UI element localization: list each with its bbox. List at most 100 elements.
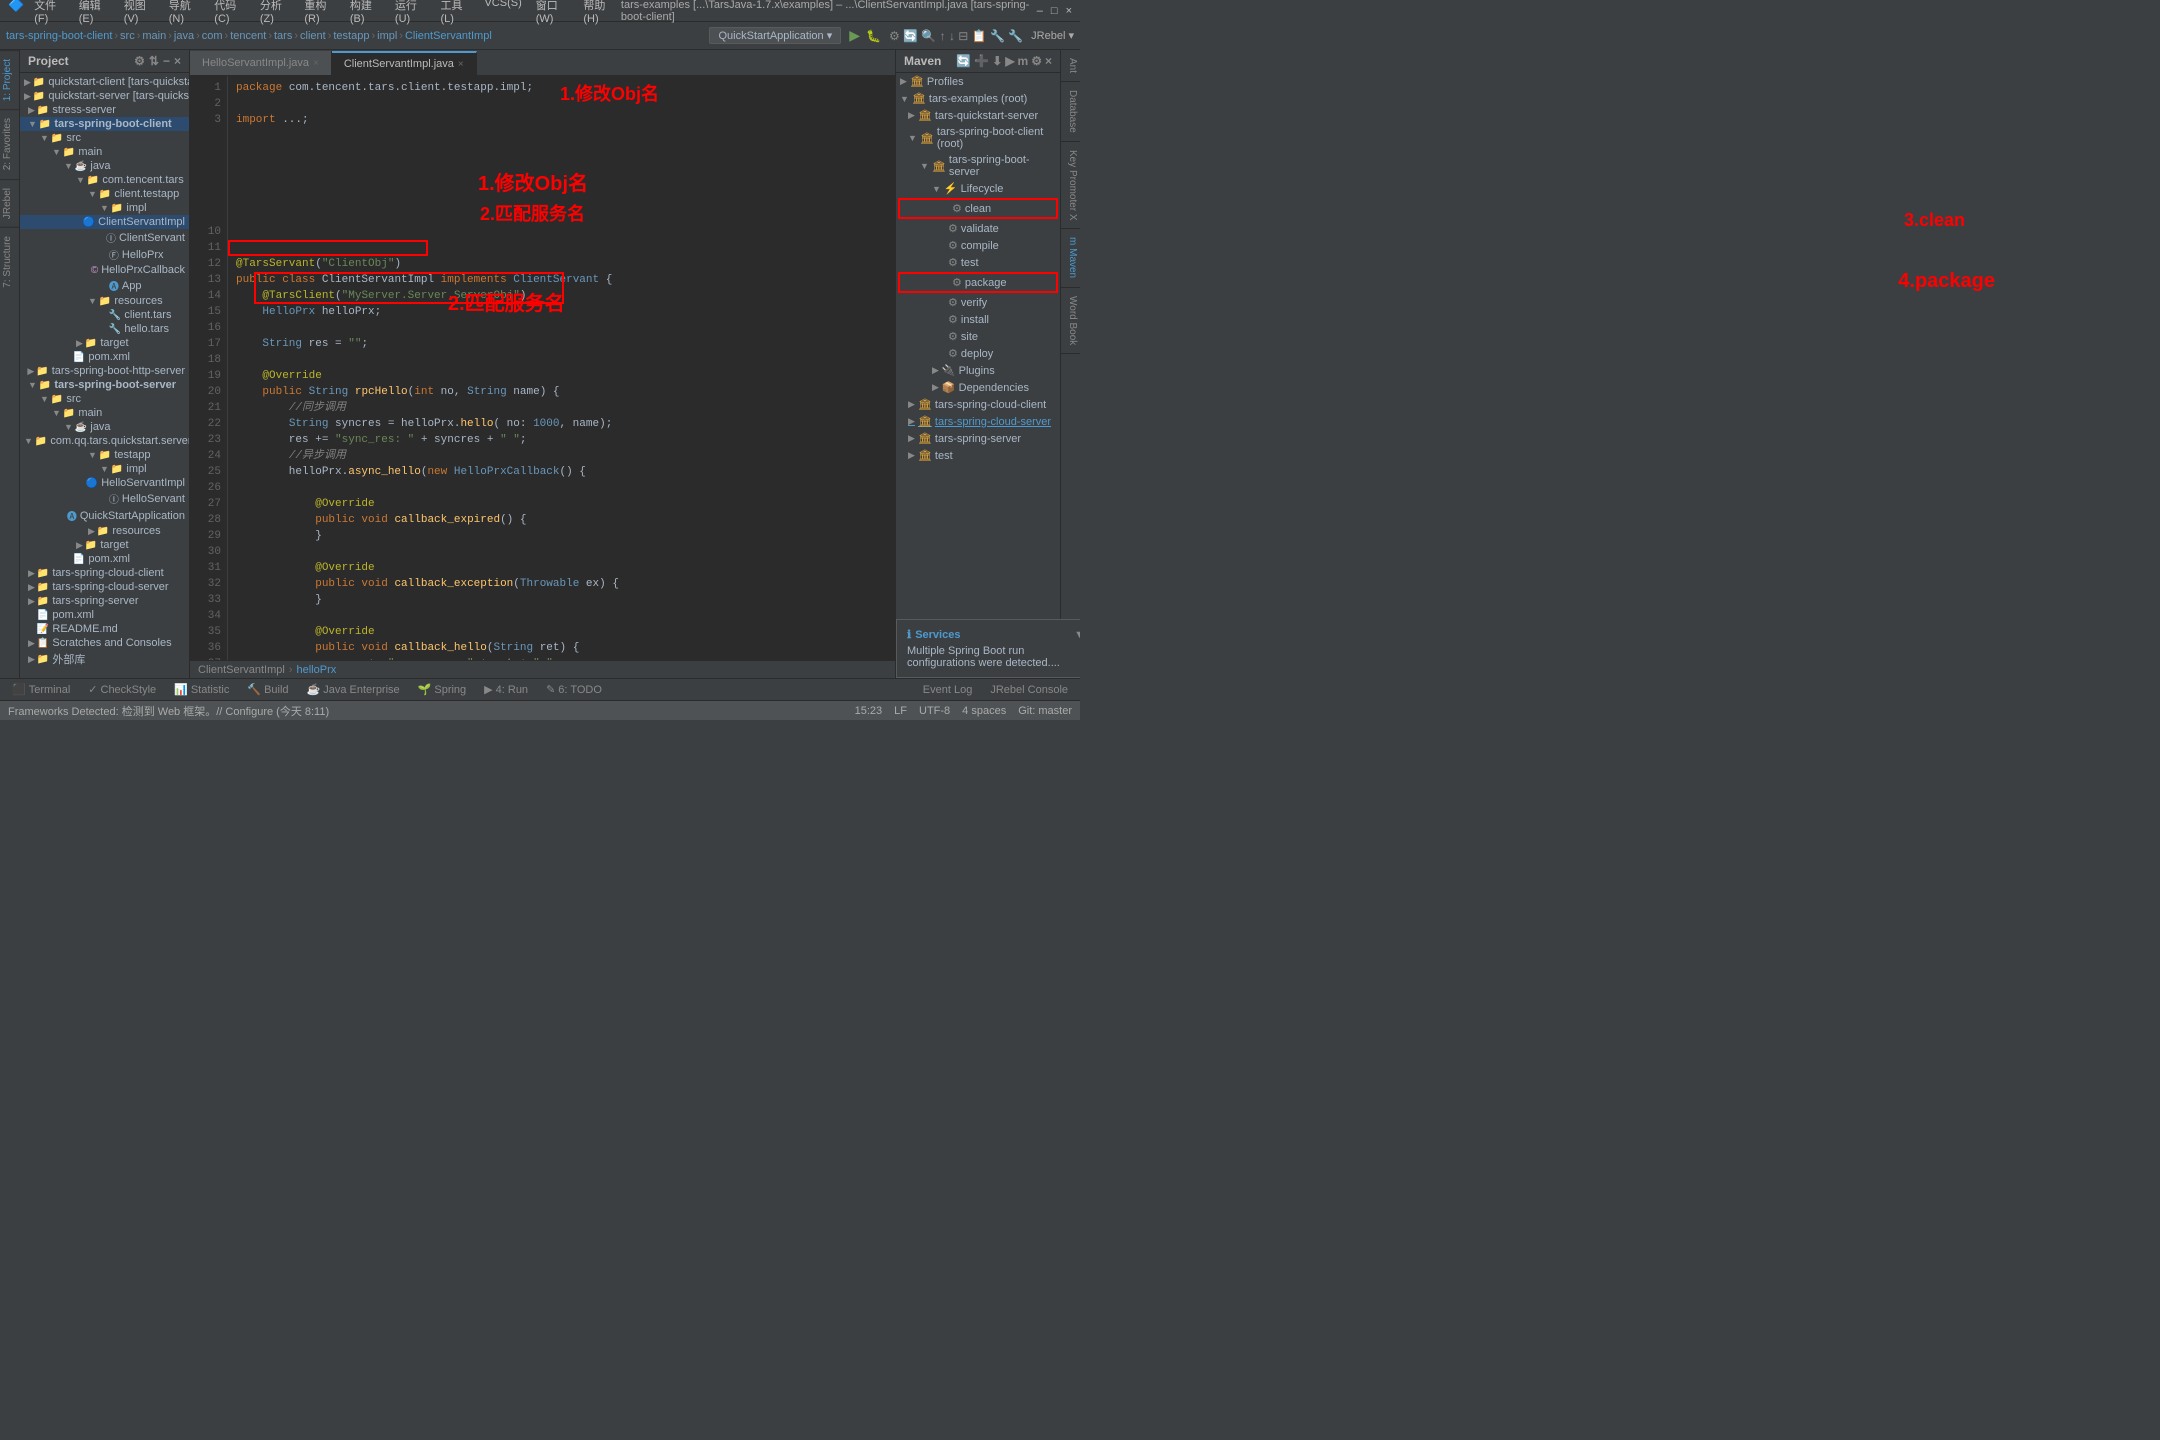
right-tab-ant[interactable]: Ant: [1061, 50, 1080, 82]
maven-close-icon[interactable]: ×: [1045, 54, 1052, 68]
bottom-tab-todo[interactable]: ✎ 6: TODO: [542, 683, 606, 696]
tree-app[interactable]: ▶ 🅐 App: [20, 277, 189, 294]
tab-hello-close[interactable]: ×: [313, 58, 319, 69]
maven-lifecycle-site[interactable]: ⚙ site: [896, 328, 1060, 345]
maven-settings-icon[interactable]: ⚙: [1031, 54, 1042, 68]
menu-tools[interactable]: 工具(L): [434, 0, 476, 25]
right-tab-wordbook[interactable]: Word Book: [1061, 288, 1080, 354]
breadcrumb-client[interactable]: client: [300, 30, 326, 42]
menu-run[interactable]: 运行(U): [389, 0, 433, 25]
breadcrumb-java[interactable]: java: [174, 30, 194, 42]
close-panel-icon[interactable]: ×: [174, 54, 181, 68]
tree-boot-server[interactable]: ▼ 📁 tars-spring-boot-server: [20, 378, 189, 392]
left-tab-structure[interactable]: 7: Structure: [0, 227, 19, 296]
tree-stress-server[interactable]: ▶ 📁 stress-server: [20, 103, 189, 117]
menu-bar[interactable]: 文件(F) 编辑(E) 视图(V) 导航(N) 代码(C) 分析(Z) 重构(R…: [28, 0, 621, 25]
breadcrumb-testapp[interactable]: testapp: [333, 30, 369, 42]
tree-server-main[interactable]: ▼ 📁 main: [20, 406, 189, 420]
menu-file[interactable]: 文件(F): [28, 0, 71, 25]
code-content[interactable]: 1.修改Obj名 2.匹配服务名 package com.tencent.tar…: [228, 76, 895, 660]
tree-com-tencent[interactable]: ▼ 📁 com.tencent.tars: [20, 173, 189, 187]
breadcrumb-src[interactable]: src: [120, 30, 135, 42]
tree-http-server[interactable]: ▶ 📁 tars-spring-boot-http-server: [20, 364, 189, 378]
tree-impl[interactable]: ▼ 📁 impl: [20, 201, 189, 215]
tree-readme[interactable]: ▶ 📝 README.md: [20, 622, 189, 636]
tree-spring-server[interactable]: ▶ 📁 tars-spring-server: [20, 594, 189, 608]
services-chevron[interactable]: ▼: [1074, 629, 1080, 641]
menu-navigate[interactable]: 导航(N): [163, 0, 207, 25]
maven-cloud-client[interactable]: ▶ 🏛 tars-spring-cloud-client: [896, 396, 1060, 413]
maven-boot-client[interactable]: ▼ 🏛 tars-spring-boot-client (root): [896, 124, 1060, 152]
menu-window[interactable]: 窗口(W): [530, 0, 576, 25]
left-tab-favorites[interactable]: 2: Favorites: [0, 109, 19, 178]
tree-cloud-client[interactable]: ▶ 📁 tars-spring-cloud-client: [20, 566, 189, 580]
code-editor[interactable]: 1 2 3 10 11 12 13 14 15 16 17 18 19: [190, 76, 895, 660]
bottom-tab-jrebel-console[interactable]: JRebel Console: [986, 684, 1072, 696]
bottom-tab-javaenterprise[interactable]: ☕ Java Enterprise: [303, 683, 404, 696]
maven-tars-examples[interactable]: ▼ 🏛 tars-examples (root): [896, 90, 1060, 107]
maximize-button[interactable]: □: [1051, 5, 1058, 17]
maven-boot-server[interactable]: ▼ 🏛 tars-spring-boot-server: [896, 152, 1060, 180]
breadcrumb-class[interactable]: ClientServantImpl: [405, 30, 492, 42]
maven-download-icon[interactable]: ⬇: [992, 54, 1002, 68]
run-button[interactable]: ▶: [849, 27, 860, 44]
tree-server-java[interactable]: ▼ ☕ java: [20, 420, 189, 434]
tree-quickstartapp[interactable]: ▶ 🅐 QuickStartApplication: [20, 507, 189, 524]
left-tab-project[interactable]: 1: Project: [0, 50, 19, 109]
quick-run-dropdown[interactable]: QuickStartApplication ▾: [709, 27, 841, 44]
tree-tars-spring-boot-client[interactable]: ▼ 📁 tars-spring-boot-client: [20, 117, 189, 131]
menu-view[interactable]: 视图(V): [118, 0, 161, 25]
tree-server-resources[interactable]: ▶ 📁 resources: [20, 524, 189, 538]
right-tab-maven[interactable]: m Maven: [1061, 229, 1080, 287]
tree-helloprxcallback[interactable]: ▶ © HelloPrxCallback: [20, 263, 189, 277]
tab-clientservantimpl[interactable]: ClientServantImpl.java ×: [332, 51, 477, 75]
menu-edit[interactable]: 编辑(E): [73, 0, 116, 25]
tree-external-libs[interactable]: ▶ 📁 外部库: [20, 650, 189, 668]
maven-lifecycle-test[interactable]: ⚙ test: [896, 254, 1060, 271]
tree-scratches[interactable]: ▶ 📋 Scratches and Consoles: [20, 636, 189, 650]
menu-help[interactable]: 帮助(H): [577, 0, 621, 25]
tree-helloservant[interactable]: ▶ Ⓘ HelloServant: [20, 490, 189, 507]
maven-add-icon[interactable]: ➕: [974, 54, 989, 68]
menu-vcs[interactable]: VCS(S): [478, 0, 527, 25]
window-controls[interactable]: – □ ×: [1037, 5, 1072, 17]
menu-refactor[interactable]: 重构(R): [298, 0, 342, 25]
tree-helloservantimpl[interactable]: ▶ 🔵 HelloServantImpl: [20, 476, 189, 490]
tree-hello-tars[interactable]: ▶ 🔧 hello.tars: [20, 322, 189, 336]
breadcrumb-main[interactable]: main: [142, 30, 166, 42]
tree-resources[interactable]: ▼ 📁 resources: [20, 294, 189, 308]
maven-lifecycle-install[interactable]: ⚙ install: [896, 311, 1060, 328]
maven-lifecycle-deploy[interactable]: ⚙ deploy: [896, 345, 1060, 362]
menu-build[interactable]: 构建(B): [344, 0, 387, 25]
left-tab-jrebel[interactable]: JRebel: [0, 179, 19, 227]
breadcrumb-impl[interactable]: impl: [377, 30, 397, 42]
close-button[interactable]: ×: [1066, 5, 1072, 17]
toolbar-icons[interactable]: ⚙ 🔄 🔍 ↑ ↓ ⊟ 📋 🔧 🔧: [889, 29, 1023, 43]
bottom-tab-terminal[interactable]: ⬛ Terminal: [8, 683, 74, 696]
right-tab-database[interactable]: Database: [1061, 82, 1080, 142]
tree-server-pom[interactable]: ▶ 📄 pom.xml: [20, 552, 189, 566]
maven-dependencies[interactable]: ▶ 📦 Dependencies: [896, 379, 1060, 396]
tree-quickstart-client[interactable]: ▶ 📁 quickstart-client [tars-quickstart-s…: [20, 75, 189, 89]
tree-target[interactable]: ▶ 📁 target: [20, 336, 189, 350]
maven-plugins[interactable]: ▶ 🔌 Plugins: [896, 362, 1060, 379]
maven-toolbar-icons[interactable]: 🔄 ➕ ⬇ ▶ m ⚙ ×: [956, 54, 1052, 68]
bottom-tab-checkstyle[interactable]: ✓ CheckStyle: [84, 683, 160, 696]
tree-server-testapp[interactable]: ▼ 📁 testapp: [20, 448, 189, 462]
menu-analyze[interactable]: 分析(Z): [254, 0, 297, 25]
tree-root-pom[interactable]: ▶ 📄 pom.xml: [20, 608, 189, 622]
bottom-tab-run[interactable]: ▶ 4: Run: [480, 683, 532, 696]
tree-clientservant[interactable]: ▶ Ⓘ ClientServant: [20, 229, 189, 246]
sort-icon[interactable]: ⇅: [149, 54, 159, 68]
maven-spring-server[interactable]: ▶ 🏛 tars-spring-server: [896, 430, 1060, 447]
gear-icon[interactable]: ⚙: [134, 54, 145, 68]
editor-method[interactable]: helloPrx: [297, 664, 337, 676]
maven-test[interactable]: ▶ 🏛 test: [896, 447, 1060, 464]
bottom-tab-eventlog[interactable]: Event Log: [919, 684, 977, 696]
maven-run-icon[interactable]: ▶: [1005, 54, 1014, 68]
maven-lifecycle-compile[interactable]: ⚙ compile: [896, 237, 1060, 254]
bottom-tab-statistic[interactable]: 📊 Statistic: [170, 683, 233, 696]
breadcrumb-tars[interactable]: tars: [274, 30, 292, 42]
minimize-button[interactable]: –: [1037, 5, 1043, 17]
tree-server-com[interactable]: ▼ 📁 com.qq.tars.quickstart.server: [20, 434, 189, 448]
